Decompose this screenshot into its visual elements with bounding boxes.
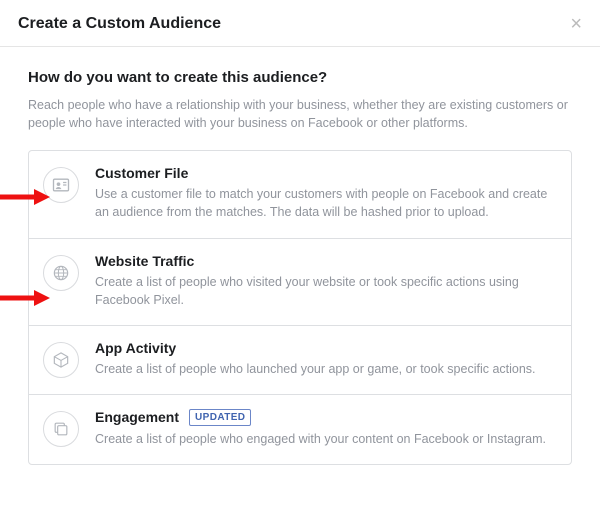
audience-options-list: Customer File Use a customer file to mat… [28,150,572,465]
option-description: Use a customer file to match your custom… [95,185,555,221]
dialog-header: Create a Custom Audience × [0,0,600,47]
option-title: Customer File [95,165,188,181]
layers-icon [43,411,79,447]
option-title: Engagement [95,409,179,425]
intro-question: How do you want to create this audience? [28,69,572,86]
close-icon[interactable]: × [570,14,582,34]
option-description: Create a list of people who launched you… [95,360,555,378]
intro-description: Reach people who have a relationship wit… [28,96,572,132]
option-title: Website Traffic [95,253,194,269]
option-app-activity[interactable]: App Activity Create a list of people who… [29,326,571,395]
create-custom-audience-dialog: Create a Custom Audience × How do you wa… [0,0,600,523]
dialog-body: How do you want to create this audience?… [0,47,600,465]
option-website-traffic[interactable]: Website Traffic Create a list of people … [29,239,571,326]
updated-badge: UPDATED [189,409,251,426]
option-customer-file[interactable]: Customer File Use a customer file to mat… [29,151,571,238]
option-description: Create a list of people who engaged with… [95,430,555,448]
annotation-arrow-icon [0,289,50,307]
globe-icon [43,255,79,291]
annotation-arrow-icon [0,188,50,206]
option-title: App Activity [95,340,176,356]
option-description: Create a list of people who visited your… [95,273,555,309]
option-engagement[interactable]: Engagement UPDATED Create a list of peop… [29,395,571,464]
dialog-title: Create a Custom Audience [18,15,221,33]
cube-icon [43,342,79,378]
